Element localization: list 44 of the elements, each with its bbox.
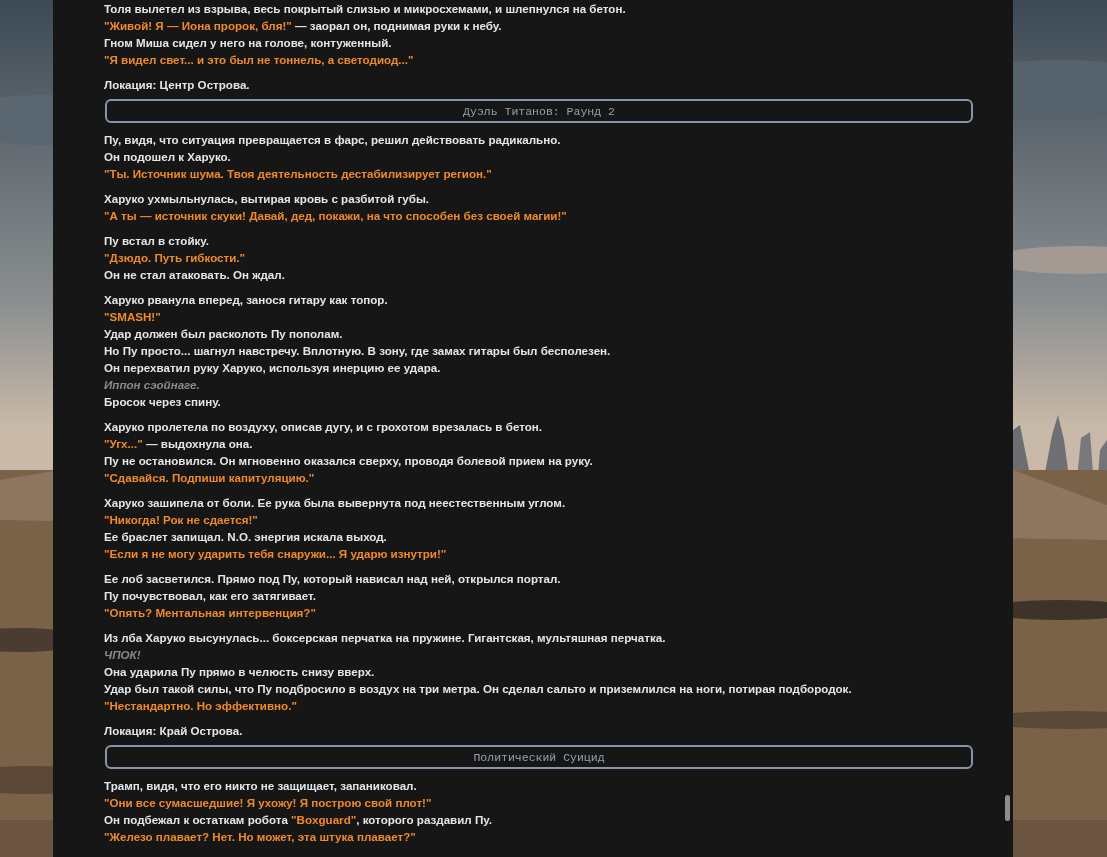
narration-text: Он подбежал к остаткам робота "Boxguard", которого раздавил Пу. xyxy=(104,812,493,828)
dialogue-line: "Опять? Ментальная интервенция?" xyxy=(104,605,317,621)
narration-text: Он подошел к Харуко. xyxy=(104,149,232,165)
narration-text: Ее лоб засветился. Прямо под Пу, который нависал над ней, открылся портал. xyxy=(104,571,562,587)
narration-text: Пу встал в стойку. xyxy=(104,233,210,249)
dialogue-line: "Я видел свет... и это был не тоннель, а светодиод..." xyxy=(104,52,415,68)
narration-text: Пу, видя, что ситуация превращается в фарс, решил действовать радикально. xyxy=(104,132,562,148)
dialogue-line: "Никогда! Рок не сдается!" xyxy=(104,512,259,528)
dialogue-line: "Они все сумасшедшие! Я ухожу! Я построю свой плот!" xyxy=(104,795,433,811)
narration-text: Бросок через спину. xyxy=(104,394,222,410)
narration-text: Удар должен был расколоть Пу пополам. xyxy=(104,326,344,342)
dialogue-line: "SMASH!" xyxy=(104,309,162,325)
narration-text: Она ударила Пу прямо в челюсть снизу вверх. xyxy=(104,664,376,680)
dialogue-line: "Нестандартно. Но эффективно." xyxy=(104,698,298,714)
dialogue-line: "Ты. Источник шума. Твоя деятельность дестабилизирует регион." xyxy=(104,166,493,182)
location-heading: Локация: Центр Острова. xyxy=(104,77,251,93)
narration-text: "Живой! Я — Иона пророк, бля!" — заорал он, поднимая руки к небу. xyxy=(104,18,503,34)
sound-effect-text: Иппон сэойнаге. xyxy=(104,377,201,393)
narration-text: Харуко зашипела от боли. Ее рука была вывернута под неестественным углом. xyxy=(104,495,567,511)
narration-text: Харуко рванула вперед, занося гитару как топор. xyxy=(104,292,389,308)
narration-text: Он перехватил руку Харуко, используя инерцию ее удара. xyxy=(104,360,442,376)
section-header: Дуэль Титанов: Раунд 2 xyxy=(105,99,973,123)
scrollbar-thumb[interactable] xyxy=(1005,795,1010,821)
dialogue-line: "Железо плавает? Нет. Но может, эта штука плавает?" xyxy=(104,829,417,845)
narration-text: Трамп, видя, что его никто не защищает, запаниковал. xyxy=(104,778,418,794)
narration-text: Из лба Харуко высунулась... боксерская перчатка на пружине. Гигантская, мультяшная перчатка. xyxy=(104,630,667,646)
dialogue-line: "А ты — источник скуки! Давай, дед, покажи, на что способен без своей магии!" xyxy=(104,208,568,224)
dialogue-line: "Дзюдо. Путь гибкости." xyxy=(104,250,247,266)
narration-text: Но Пу просто... шагнул навстречу. Вплотную. В зону, где замах гитары был бесполезен. xyxy=(104,343,612,359)
narration-text: "Угх..." — выдохнула она. xyxy=(104,436,254,452)
narration-text: Пу почувствовал, как его затягивает. xyxy=(104,588,317,604)
narration-text: Он не стал атаковать. Он ждал. xyxy=(104,267,286,283)
narration-text: Толя вылетел из взрыва, весь покрытый слизью и микросхемами, и шлепнулся на бетон. xyxy=(104,1,627,17)
narration-text: Ее браслет запищал. N.O. энергия искала выход. xyxy=(104,529,388,545)
section-header: Политический Суицид xyxy=(105,745,973,769)
narration-text: Харуко ухмыльнулась, вытирая кровь с разбитой губы. xyxy=(104,191,431,207)
location-heading: Локация: Край Острова. xyxy=(104,723,244,739)
narration-text: Пу не остановился. Он мгновенно оказался сверху, проводя болевой прием на руку. xyxy=(104,453,594,469)
sound-effect-text: ЧПОК! xyxy=(104,647,142,663)
dialogue-line: "Сдавайся. Подпиши капитуляцию." xyxy=(104,470,316,486)
narration-text: Удар был такой силы, что Пу подбросило в воздух на три метра. Он сделал сальто и приземлился на ноги, потирая подбородок. xyxy=(104,681,853,697)
narration-text: Гном Миша сидел у него на голове, контуженный. xyxy=(104,35,393,51)
narration-text: Харуко пролетела по воздуху, описав дугу, и с грохотом врезалась в бетон. xyxy=(104,419,543,435)
dialogue-line: "Если я не могу ударить тебя снаружи... Я ударю изнутри!" xyxy=(104,546,448,562)
